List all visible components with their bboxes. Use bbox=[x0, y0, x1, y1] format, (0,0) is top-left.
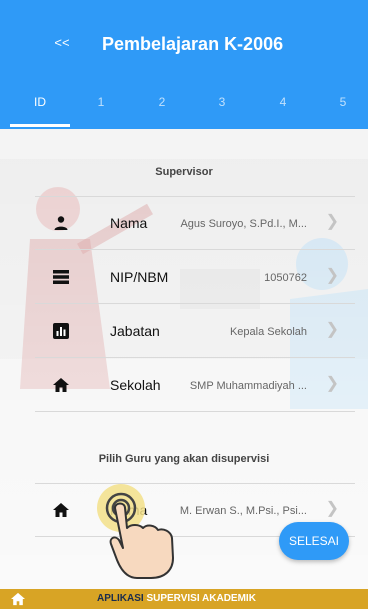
row-value: SMP Muhammadiyah ... bbox=[189, 380, 307, 392]
row-value: Kepala Sekolah bbox=[229, 326, 307, 338]
bar-chart-icon bbox=[53, 323, 69, 339]
home-icon bbox=[53, 503, 69, 517]
row-label: NIP/NBM bbox=[110, 269, 169, 285]
selesai-button[interactable]: SELESAI bbox=[279, 522, 349, 560]
person-icon bbox=[54, 216, 68, 230]
brand-part-1: APLIKASI bbox=[97, 593, 144, 604]
supervisor-sekolah-row[interactable]: Sekolah SMP Muhammadiyah ... ❯ bbox=[35, 358, 355, 412]
row-label: Jabatan bbox=[110, 323, 160, 339]
app-screen: << Pembelajaran K-2006 ID 1 2 3 4 5 Supe… bbox=[0, 0, 368, 609]
tab-2[interactable]: 2 bbox=[147, 80, 177, 124]
page-title: Pembelajaran K-2006 bbox=[102, 34, 284, 54]
tab-4[interactable]: 4 bbox=[268, 80, 298, 124]
supervisor-name-row[interactable]: Nama Agus Suroyo, S.Pd.I., M... ❯ bbox=[35, 196, 355, 250]
chevron-right-icon: ❯ bbox=[325, 375, 339, 392]
chevron-right-icon: ❯ bbox=[325, 500, 339, 517]
row-label: Sekolah bbox=[110, 377, 161, 393]
row-label: Nama bbox=[110, 502, 148, 518]
row-value: 1050762 bbox=[264, 272, 307, 284]
guru-header: Pilih Guru yang akan disupervisi bbox=[98, 453, 270, 465]
back-button[interactable]: << bbox=[52, 36, 72, 50]
chevron-right-icon: ❯ bbox=[325, 321, 339, 338]
row-value: M. Erwan S., M.Psi., Psi... bbox=[179, 505, 307, 517]
tab-1[interactable]: 1 bbox=[86, 80, 116, 124]
tab-5[interactable]: 5 bbox=[328, 80, 358, 124]
supervisor-jabatan-row[interactable]: Jabatan Kepala Sekolah ❯ bbox=[35, 304, 355, 358]
tab-3[interactable]: 3 bbox=[207, 80, 237, 124]
supervisor-header: Supervisor bbox=[155, 166, 213, 178]
row-label: Nama bbox=[110, 215, 148, 231]
chevron-right-icon: ❯ bbox=[325, 213, 339, 230]
home-icon bbox=[53, 378, 69, 392]
app-brand: APLIKASI SUPERVISI AKADEMIK bbox=[97, 593, 256, 605]
row-value: Agus Suroyo, S.Pd.I., M... bbox=[180, 218, 307, 230]
brand-part-2: SUPERVISI AKADEMIK bbox=[146, 593, 256, 604]
supervisor-nip-row[interactable]: NIP/NBM 1050762 ❯ bbox=[35, 250, 355, 304]
chevron-right-icon: ❯ bbox=[325, 267, 339, 284]
list-icon bbox=[53, 270, 69, 284]
tab-id[interactable]: ID bbox=[25, 80, 55, 124]
app-bar: << Pembelajaran K-2006 ID 1 2 3 4 5 bbox=[0, 0, 368, 129]
tab-bar: ID 1 2 3 4 5 bbox=[0, 80, 368, 129]
tab-indicator bbox=[10, 124, 70, 127]
bottom-bar: APLIKASI SUPERVISI AKADEMIK bbox=[0, 589, 368, 609]
home-icon[interactable] bbox=[11, 592, 25, 606]
